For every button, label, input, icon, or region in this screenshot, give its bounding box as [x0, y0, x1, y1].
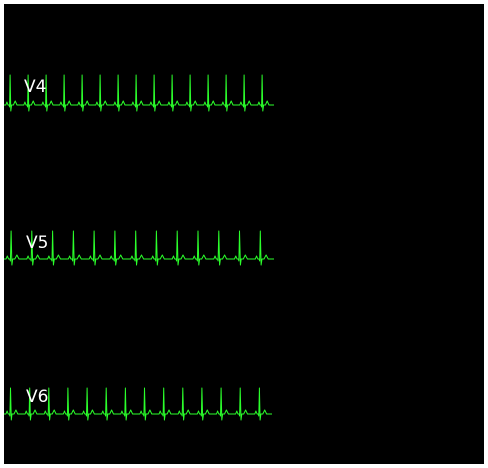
lead-v6-label: V6	[26, 387, 48, 407]
lead-v6-group: V6	[4, 387, 272, 421]
lead-v5-label: V5	[26, 233, 48, 253]
ecg-monitor-panel: V4 V5 V6	[4, 4, 484, 464]
ecg-trace-canvas: V4 V5 V6	[4, 74, 274, 421]
lead-v5-group: V5	[4, 230, 274, 266]
lead-v4-label: V4	[24, 77, 46, 97]
lead-v4-group: V4	[4, 74, 274, 112]
